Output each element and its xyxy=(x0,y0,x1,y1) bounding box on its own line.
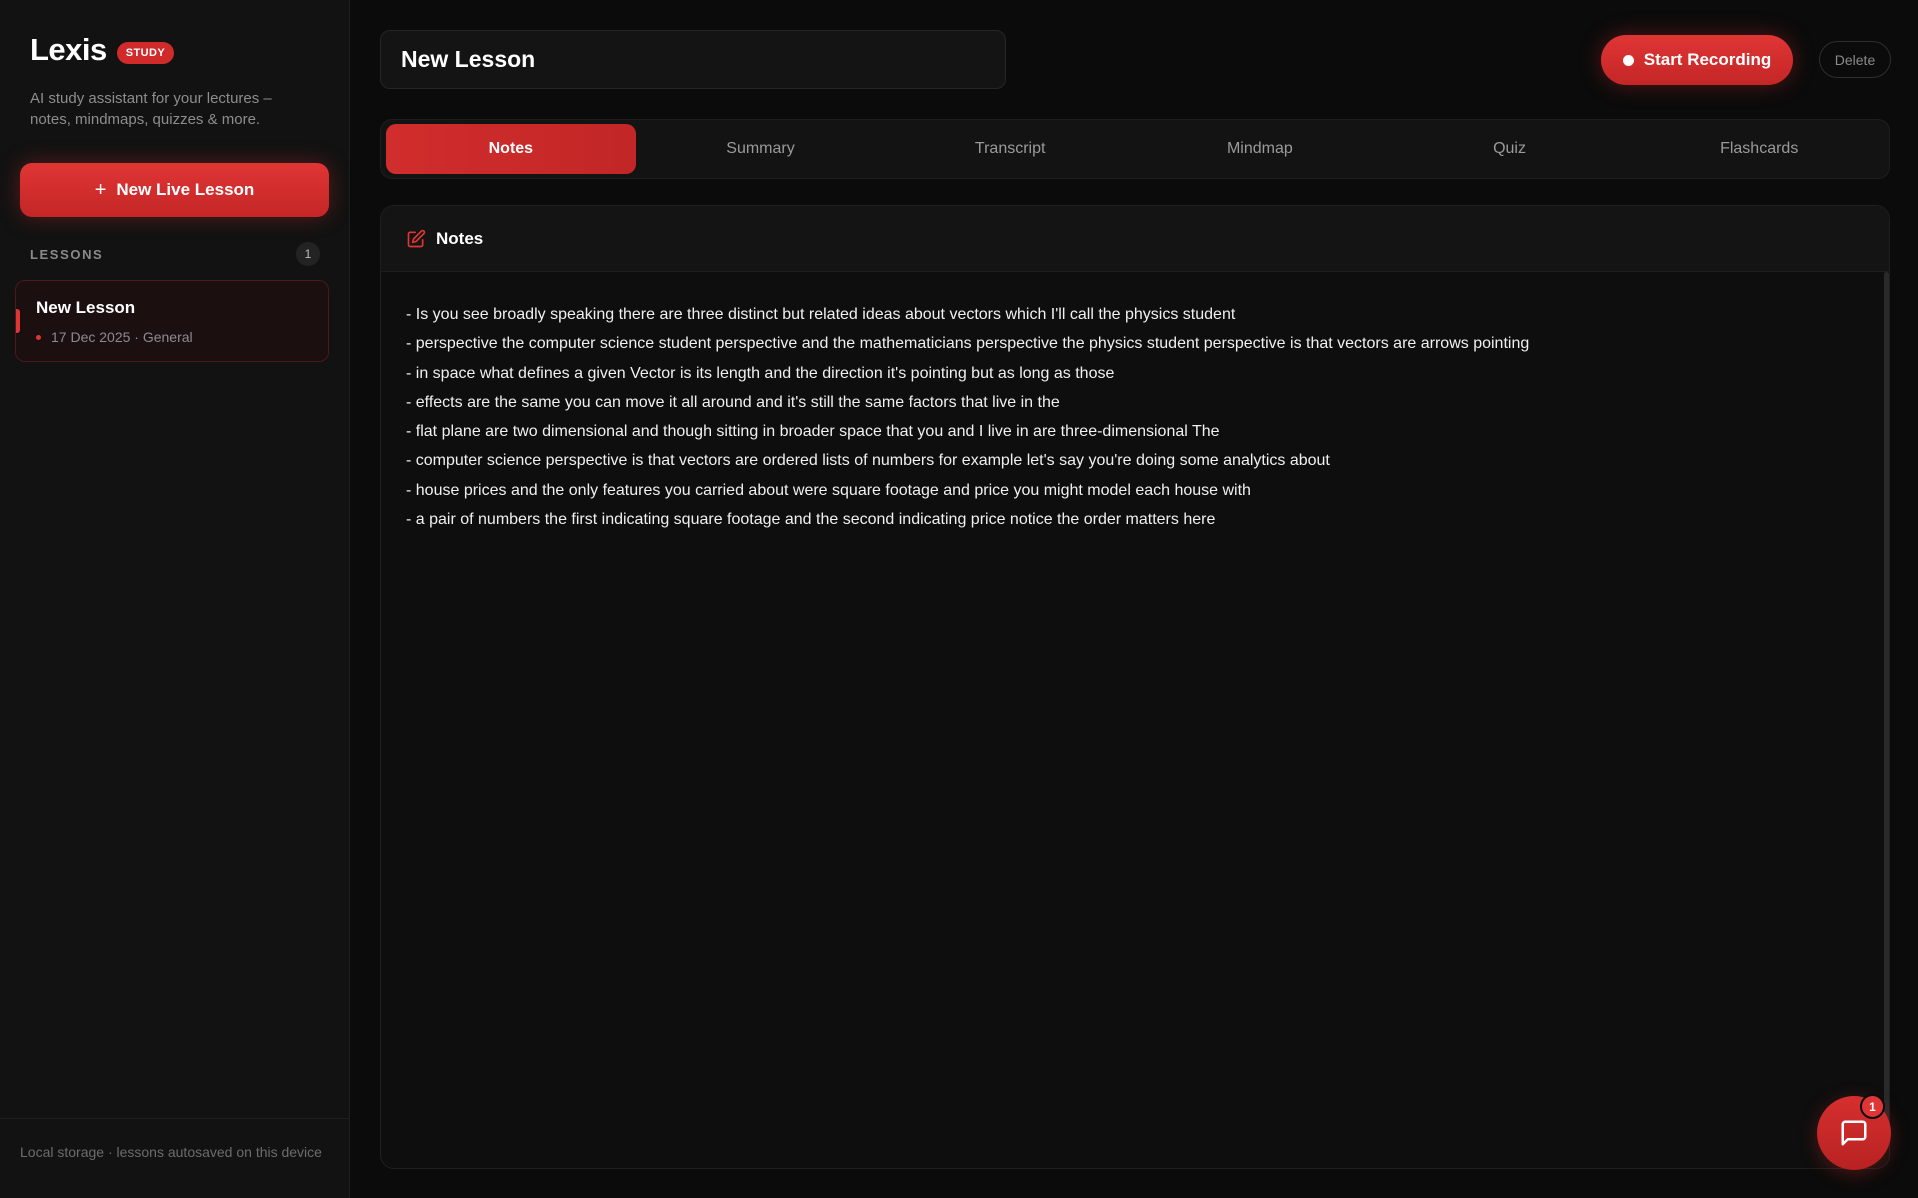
chat-icon xyxy=(1841,1120,1867,1146)
tagline: AI study assistant for your lectures – n… xyxy=(30,90,272,128)
lesson-item[interactable]: New Lesson 17 Dec 2025 · General xyxy=(15,280,329,362)
delete-button[interactable]: Delete xyxy=(1819,41,1891,78)
notes-header: Notes xyxy=(381,206,1889,272)
brand: Lexis STUDY xyxy=(30,32,175,68)
new-live-lesson-label: New Live Lesson xyxy=(116,180,255,199)
lesson-item-meta: 17 Dec 2025 · General xyxy=(36,329,193,345)
record-dot-icon xyxy=(1622,54,1634,66)
lesson-title-input[interactable] xyxy=(380,30,1006,89)
note-line: - effects are the same you can move it a… xyxy=(406,393,1060,411)
brand-badge: STUDY xyxy=(116,42,175,64)
app-root: Lexis STUDY AI study assistant for your … xyxy=(0,0,1918,1198)
note-line: - flat plane are two dimensional and tho… xyxy=(406,423,1220,441)
plus-icon: + xyxy=(94,178,107,201)
lesson-item-title: New Lesson xyxy=(36,298,136,317)
lessons-count-badge: 1 xyxy=(296,242,320,266)
notes-panel: Notes - Is you see broadly speaking ther… xyxy=(380,205,1890,1169)
sidebar: Lexis STUDY AI study assistant for your … xyxy=(0,0,350,1198)
lessons-header: LESSONS 1 xyxy=(30,242,320,266)
note-line: - in space what defines a given Vector i… xyxy=(406,364,1115,382)
lessons-label: LESSONS xyxy=(30,246,104,262)
tab-transcript[interactable]: Transcript xyxy=(885,124,1135,174)
tab-notes[interactable]: Notes xyxy=(386,124,636,174)
new-live-lesson-button[interactable]: + New Live Lesson xyxy=(20,163,329,217)
brand-name: Lexis xyxy=(30,32,107,67)
tab-mindmap[interactable]: Mindmap xyxy=(1135,124,1385,174)
edit-icon xyxy=(407,229,426,247)
tab-bar: Notes Summary Transcript Mindmap Quiz Fl… xyxy=(380,119,1890,179)
sidebar-footer: Local storage · lessons autosaved on thi… xyxy=(0,1118,350,1198)
start-recording-button[interactable]: Start Recording xyxy=(1601,35,1793,85)
start-recording-label: Start Recording xyxy=(1643,50,1772,69)
status-dot-icon xyxy=(36,334,41,340)
note-line: - computer science perspective is that v… xyxy=(406,452,1330,470)
tab-quiz[interactable]: Quiz xyxy=(1385,124,1635,174)
notes-editor[interactable]: - Is you see broadly speaking there are … xyxy=(381,272,1889,1168)
tab-summary[interactable]: Summary xyxy=(636,124,886,174)
tab-flashcards[interactable]: Flashcards xyxy=(1634,124,1884,174)
active-indicator xyxy=(16,309,20,333)
note-line: - perspective the computer science stude… xyxy=(406,335,1530,353)
chat-notification-badge: 1 xyxy=(1860,1094,1885,1119)
scrollbar[interactable] xyxy=(1884,272,1889,1142)
note-line: - Is you see broadly speaking there are … xyxy=(406,306,1236,323)
lesson-item-meta-text: 17 Dec 2025 · General xyxy=(51,329,193,345)
notes-title: Notes xyxy=(436,228,484,248)
note-line: - a pair of numbers the first indicating… xyxy=(406,511,1216,529)
note-line: - house prices and the only features you… xyxy=(406,481,1251,499)
main-content: Start Recording Delete Notes Summary Tra… xyxy=(350,0,1918,1198)
